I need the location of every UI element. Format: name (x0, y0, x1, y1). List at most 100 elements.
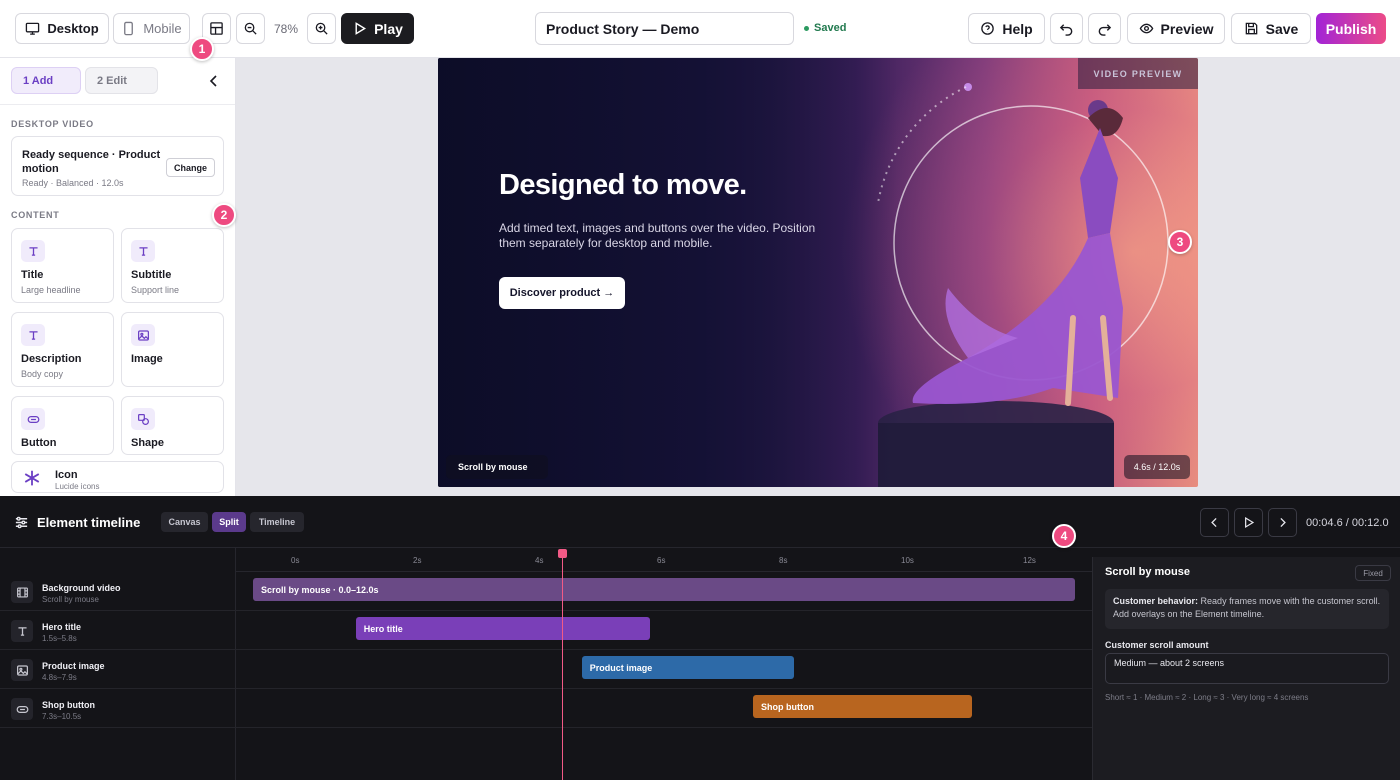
video-sequence-meta: Ready · Balanced · 12.0s (22, 178, 124, 188)
undo-button[interactable] (1050, 13, 1083, 44)
ruler-tick: 6s (657, 556, 666, 565)
step-marker-3: 3 (1168, 230, 1192, 254)
save-button[interactable]: Save (1231, 13, 1311, 44)
chevron-left-icon[interactable] (206, 73, 222, 89)
text-icon (28, 246, 38, 256)
inspector-title: Scroll by mouse (1105, 566, 1190, 578)
add-panel: 1 Add 2 Edit DESKTOP VIDEO Ready sequenc… (0, 58, 236, 496)
fixed-badge: Fixed (1355, 565, 1391, 581)
step-back-button[interactable] (1200, 508, 1229, 537)
film-icon (16, 586, 28, 598)
play-button[interactable]: Play (341, 13, 414, 44)
chevron-left-icon (1211, 517, 1217, 528)
timeline-title: Element timeline (37, 515, 141, 530)
ruler-tick: 12s (1023, 556, 1036, 565)
chevron-right-icon (1280, 517, 1286, 528)
view-toggle-timeline[interactable]: Timeline (250, 512, 304, 532)
video-sequence-title: Ready sequence · Product motion (22, 149, 161, 175)
timeline-clip-bar[interactable]: Hero title (355, 617, 651, 640)
image-icon (16, 664, 28, 676)
help-button[interactable]: Help (968, 13, 1045, 44)
timeline-row-product-image[interactable]: Product image 4.8s–7.9s (0, 650, 1092, 689)
ruler-tick: 2s (413, 556, 422, 565)
video-source-card: Ready sequence · Product motion Ready · … (11, 136, 224, 196)
zoom-out-button[interactable] (236, 13, 265, 44)
desktop-view-button[interactable]: Desktop (15, 13, 109, 44)
status-dot (804, 25, 809, 31)
timeline-clip-bar[interactable]: Shop button (753, 695, 973, 718)
add-icon-card[interactable]: Icon Lucide icons (11, 461, 224, 493)
video-time-pill: 4.6s / 12.0s (1124, 455, 1190, 479)
scroll-amount-select[interactable]: Medium — about 2 screens (1105, 653, 1389, 684)
tab-edit[interactable]: 2 Edit (85, 67, 158, 94)
document-title-input[interactable]: Product Story — Demo (535, 12, 794, 45)
monitor-icon (26, 22, 40, 35)
inspector-panel: Scroll by mouse Fixed Customer behavior:… (1092, 557, 1400, 780)
smartphone-icon (124, 21, 134, 36)
zoom-in-button[interactable] (307, 13, 336, 44)
publish-button[interactable]: Publish (1316, 13, 1386, 44)
view-toggle-canvas[interactable]: Canvas (161, 512, 208, 532)
zoom-out-icon (244, 22, 257, 35)
zoom-level: 78% (273, 21, 299, 36)
ruler-tick: 10s (901, 556, 914, 565)
undo-icon (1059, 24, 1073, 36)
customer-behavior-note: Customer behavior: Ready frames move wit… (1105, 589, 1389, 629)
scroll-amount-hint: Short ≈ 1 · Medium ≈ 2 · Long ≈ 3 · Very… (1105, 693, 1309, 702)
video-preview-tag: VIDEO PREVIEW (1078, 58, 1198, 89)
section-label-content: CONTENT (11, 210, 60, 220)
video-preview[interactable]: VIDEO PREVIEW Designed to move. Add time… (438, 58, 1198, 487)
button-icon (27, 415, 39, 423)
playhead-line[interactable] (561, 554, 563, 780)
play-icon (355, 22, 367, 35)
text-icon (138, 246, 148, 256)
asterisk-icon (24, 470, 40, 486)
redo-button[interactable] (1088, 13, 1121, 44)
timeline-clip-bar[interactable]: Scroll by mouse · 0.0–12.0s (253, 578, 1075, 601)
redo-icon (1098, 24, 1112, 36)
sliders-icon (15, 516, 28, 529)
ruler-tick: 8s (779, 556, 788, 565)
hero-body[interactable]: Add timed text, images and buttons over … (499, 221, 819, 251)
ruler-tick: 4s (535, 556, 544, 565)
timeline-clip-bar[interactable]: Product image (581, 656, 795, 679)
step-marker-2: 2 (212, 203, 236, 227)
step-forward-button[interactable] (1268, 508, 1297, 537)
step-marker-4: 4 (1052, 524, 1076, 548)
mobile-view-button[interactable]: Mobile (113, 13, 190, 44)
change-video-button[interactable]: Change (166, 158, 215, 177)
layout-grid-icon (210, 22, 223, 35)
play-icon (1245, 516, 1255, 529)
add-subtitle-card[interactable]: Subtitle Support line (121, 228, 224, 303)
preview-button[interactable]: Preview (1127, 13, 1225, 44)
add-shape-card[interactable]: Shape (121, 396, 224, 455)
add-description-card[interactable]: Description Body copy (11, 312, 114, 387)
timeline-play-button[interactable] (1234, 508, 1263, 537)
element-timeline-panel: Element timeline Canvas Split Timeline 0… (0, 496, 1400, 780)
view-toggle-split[interactable]: Split (212, 512, 246, 532)
text-icon (17, 626, 27, 636)
save-status: Saved (804, 22, 846, 34)
discover-product-button[interactable]: Discover product → (499, 277, 625, 309)
step-marker-1: 1 (190, 37, 214, 61)
add-image-card[interactable]: Image (121, 312, 224, 387)
eye-icon (1139, 23, 1153, 34)
time-ruler[interactable]: 0s 2s 4s 6s 8s 10s 12s (236, 548, 1092, 572)
image-icon (137, 329, 149, 341)
zoom-in-icon (315, 22, 328, 35)
save-icon (1245, 22, 1257, 35)
hero-headline[interactable]: Designed to move. (499, 169, 747, 202)
text-icon (28, 330, 38, 340)
section-label-video: DESKTOP VIDEO (11, 119, 94, 129)
button-icon (16, 705, 28, 713)
timeline-timecode: 00:04.6 / 00:12.0 (1306, 517, 1389, 529)
timeline-header: Element timeline Canvas Split Timeline 0… (0, 496, 1400, 548)
tab-add[interactable]: 1 Add (11, 67, 81, 94)
scroll-mode-pill: Scroll by mouse (446, 455, 548, 479)
shapes-icon (137, 413, 149, 425)
add-button-card[interactable]: Button (11, 396, 114, 455)
playhead-handle[interactable] (557, 549, 567, 558)
add-title-card[interactable]: Title Large headline (11, 228, 114, 303)
scroll-amount-label: Customer scroll amount (1105, 640, 1209, 650)
panel-tabs: 1 Add 2 Edit (0, 58, 235, 105)
